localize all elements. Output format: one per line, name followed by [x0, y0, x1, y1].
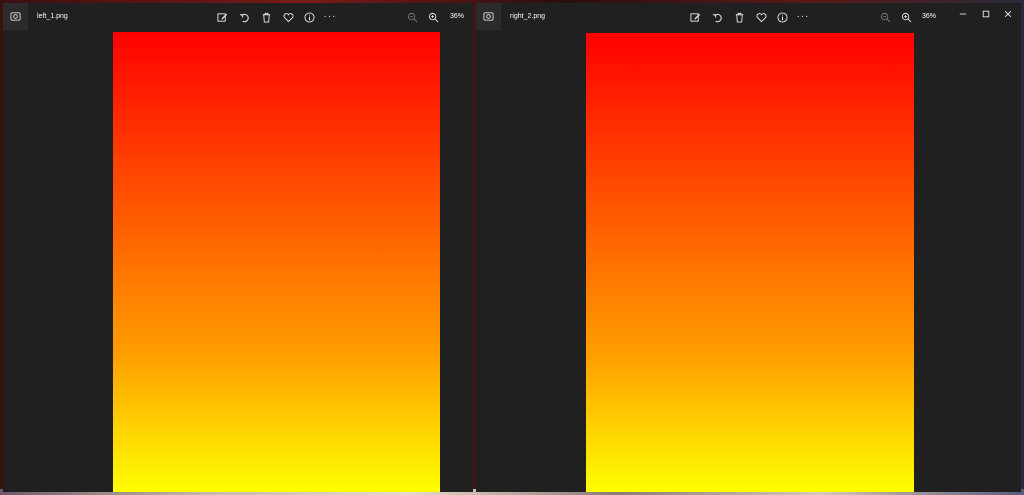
image-canvas[interactable]: [3, 32, 473, 492]
edit-icon: [689, 12, 700, 22]
edit-icon: [216, 12, 227, 22]
info-icon: [776, 11, 788, 23]
rotate-button[interactable]: [709, 9, 725, 25]
info-button[interactable]: [774, 9, 790, 25]
favorite-button[interactable]: [280, 9, 296, 25]
gradient-image: [586, 33, 914, 492]
app-icon[interactable]: [3, 3, 28, 30]
photo-viewer-window-left: left_1.png ··· 36%: [3, 3, 473, 492]
zoom-in-icon: [901, 12, 911, 22]
info-icon: [303, 11, 315, 23]
zoom-in-button[interactable]: [898, 9, 914, 25]
maximize-icon: [982, 10, 990, 18]
photo-viewer-window-right: right_2.png ··· 36%: [476, 3, 1021, 492]
heart-icon: [283, 12, 293, 22]
image-canvas[interactable]: [476, 32, 1021, 492]
favorite-button[interactable]: [753, 9, 769, 25]
more-button[interactable]: ···: [795, 9, 811, 25]
photos-app-icon: [483, 12, 494, 21]
title-bar: left_1.png ··· 36%: [3, 3, 473, 32]
zoom-in-icon: [428, 12, 438, 22]
zoom-level[interactable]: 36%: [922, 13, 936, 20]
file-name: right_2.png: [510, 13, 546, 20]
delete-icon: [262, 12, 270, 23]
zoom-out-button[interactable]: [877, 9, 893, 25]
zoom-level[interactable]: 36%: [450, 13, 464, 20]
heart-icon: [756, 12, 766, 22]
gradient-image: [113, 32, 440, 492]
app-icon[interactable]: [476, 3, 501, 30]
zoom-out-icon: [407, 12, 417, 22]
rotate-icon: [239, 13, 249, 22]
minimize-icon: [959, 13, 967, 15]
zoom-out-icon: [880, 12, 890, 22]
delete-button[interactable]: [258, 9, 274, 25]
info-button[interactable]: [301, 9, 317, 25]
close-button[interactable]: [995, 3, 1021, 25]
delete-button[interactable]: [731, 9, 747, 25]
file-name: left_1.png: [37, 13, 68, 20]
rotate-icon: [712, 13, 722, 22]
zoom-in-button[interactable]: [425, 9, 441, 25]
rotate-button[interactable]: [236, 9, 252, 25]
edit-button[interactable]: [687, 9, 703, 25]
edit-button[interactable]: [214, 9, 230, 25]
photos-app-icon: [10, 12, 21, 21]
close-icon: [1004, 10, 1012, 18]
delete-icon: [735, 12, 743, 23]
title-bar: right_2.png ··· 36%: [476, 3, 1021, 32]
zoom-out-button[interactable]: [404, 9, 420, 25]
more-button[interactable]: ···: [322, 9, 338, 25]
